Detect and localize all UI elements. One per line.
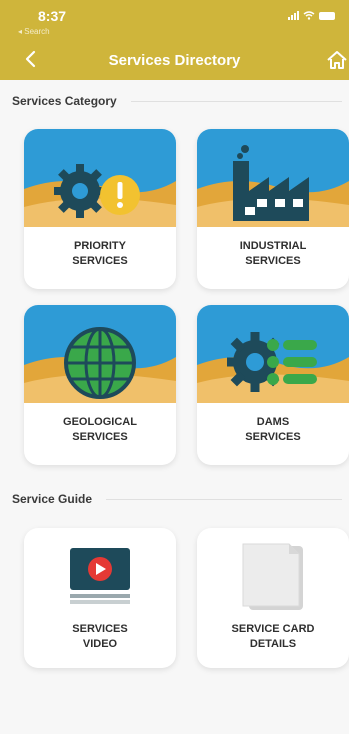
status-icons	[288, 11, 335, 20]
status-back-link[interactable]: ◂ Search	[18, 27, 50, 36]
app-header: 8:37 ◂ Search Services Directory	[0, 0, 349, 80]
page-title: Services Directory	[108, 52, 241, 69]
dams-services-card[interactable]: DAMS SERVICES	[197, 305, 349, 465]
card-label: GEOLOGICAL SERVICES	[63, 416, 137, 443]
globe-icon	[64, 327, 136, 399]
services-video-card[interactable]: SERVICES VIDEO	[24, 528, 176, 668]
card-label: SERVICE CARD DETAILS	[231, 623, 315, 650]
status-time: 8:37	[38, 8, 67, 24]
services-category-header: Services Category	[12, 94, 342, 108]
industrial-services-card[interactable]: INDUSTRIAL SERVICES	[197, 129, 349, 289]
geological-services-card[interactable]: GEOLOGICAL SERVICES	[24, 305, 176, 465]
service-guide-header: Service Guide	[12, 492, 342, 506]
gear-list-icon	[227, 332, 317, 392]
section-divider	[106, 498, 342, 500]
signal-icon	[288, 11, 299, 20]
battery-icon	[319, 11, 335, 20]
card-label: PRIORITY SERVICES	[72, 240, 128, 267]
wifi-icon	[303, 11, 315, 20]
section-divider	[130, 100, 342, 102]
factory-icon	[233, 145, 309, 221]
document-icon	[242, 543, 303, 610]
card-label: SERVICES VIDEO	[72, 623, 128, 650]
card-label: DAMS SERVICES	[245, 416, 301, 443]
home-icon[interactable]	[325, 48, 349, 72]
priority-services-card[interactable]: PRIORITY SERVICES	[24, 129, 176, 289]
section-label-guide: Service Guide	[12, 492, 93, 506]
gear-alert-icon	[54, 164, 140, 218]
service-card-details-card[interactable]: SERVICE CARD DETAILS	[197, 528, 349, 668]
card-label: INDUSTRIAL SERVICES	[239, 240, 307, 267]
section-label-category: Services Category	[12, 94, 117, 108]
video-player-icon	[70, 548, 130, 604]
